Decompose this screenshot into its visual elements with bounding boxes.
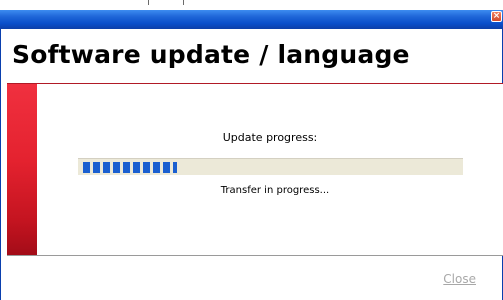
divider-tick — [183, 0, 184, 5]
progress-bar — [78, 158, 463, 175]
window-close-icon[interactable]: × — [491, 11, 502, 22]
divider-tick — [148, 0, 149, 5]
status-text: Transfer in progress... — [220, 185, 330, 196]
accent-band — [7, 84, 37, 255]
close-link[interactable]: Close — [443, 272, 476, 286]
dialog-title: Software update / language — [12, 40, 410, 69]
progress-fill — [83, 162, 177, 173]
progress-label: Update progress: — [222, 131, 318, 144]
window-titlebar[interactable] — [0, 10, 503, 29]
